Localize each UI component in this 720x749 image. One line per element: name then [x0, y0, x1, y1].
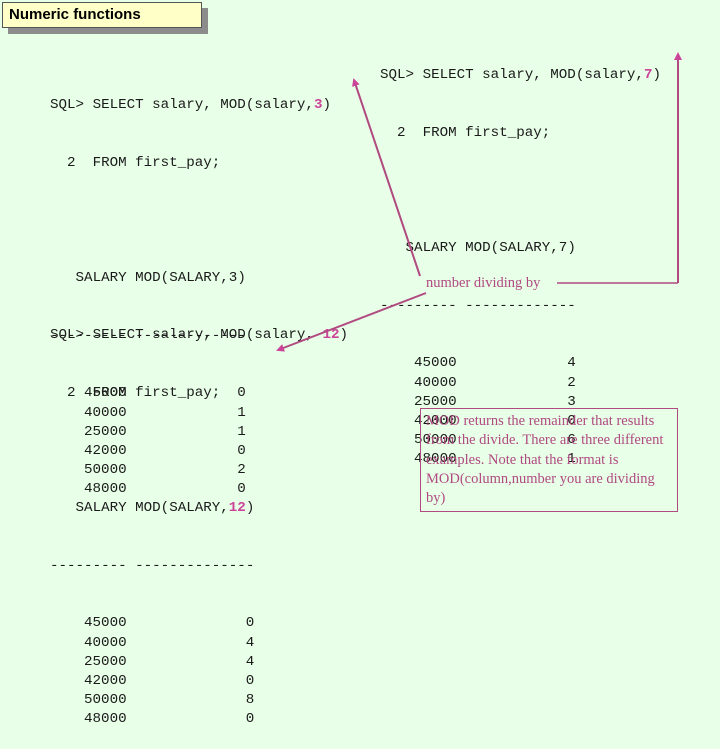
salary-cell: 48000 — [84, 711, 127, 728]
query-block-mod12: SQL> SELECT salary, MOD(salary, 12) 2 FR… — [50, 288, 348, 749]
sql-line-2: 2 FROM first_pay; — [50, 385, 221, 402]
salary-cell: 25000 — [84, 653, 127, 670]
divisor-highlight: 12 — [322, 327, 340, 344]
salary-cell: 40000 — [84, 634, 127, 651]
salary-cell: 40000 — [414, 374, 457, 391]
table-row: 45000 0 — [50, 614, 348, 633]
mod-cell: 4 — [567, 355, 576, 372]
result-separator: --------- -------------- — [50, 557, 255, 574]
result-header: SALARY MOD(SALARY,7) — [380, 240, 576, 257]
table-row: 25000 4 — [50, 653, 348, 672]
salary-cell: 45000 — [414, 355, 457, 372]
table-row: 42000 0 — [50, 672, 348, 691]
mod-cell: 0 — [245, 673, 255, 690]
table-row: 40000 4 — [50, 634, 348, 653]
mod-cell: 0 — [245, 615, 255, 632]
sql-line-1: SQL> SELECT salary, MOD(salary, 12) — [50, 327, 348, 344]
salary-cell: 42000 — [84, 673, 127, 690]
header-divisor-highlight: 12 — [228, 500, 246, 517]
slide-title: Numeric functions — [2, 2, 202, 28]
result-rows: 45000 0 40000 4 25000 4 42000 0 50000 8 48000… — [50, 614, 348, 729]
mod-cell: 2 — [567, 374, 576, 391]
sql-line-2: 2 FROM first_pay; — [50, 155, 221, 172]
table-row: 45000 4 — [380, 354, 661, 373]
salary-cell: 50000 — [84, 692, 127, 709]
mod-cell: 4 — [245, 653, 255, 670]
table-row: 40000 2 — [380, 374, 661, 393]
annotation-label: number dividing by — [426, 275, 541, 291]
mod-cell: 0 — [245, 711, 255, 728]
sql-line-1: SQL> SELECT salary, MOD(salary,3) — [50, 97, 331, 114]
mod-cell: 8 — [245, 692, 255, 709]
result-separator: --------- ------------- — [380, 297, 576, 314]
result-header: SALARY MOD(SALARY,12) — [50, 500, 255, 517]
explanation-note: MOD returns the remainder that results f… — [420, 408, 678, 512]
sql-line-2: 2 FROM first_pay; — [380, 125, 551, 142]
mod-cell: 4 — [245, 634, 255, 651]
result-header: SALARY MOD(SALARY,3) — [50, 270, 246, 287]
table-row: 48000 0 — [50, 710, 348, 729]
sql-line-1: SQL> SELECT salary, MOD(salary,7) — [380, 67, 661, 84]
table-row: 50000 8 — [50, 691, 348, 710]
salary-cell: 45000 — [84, 615, 127, 632]
